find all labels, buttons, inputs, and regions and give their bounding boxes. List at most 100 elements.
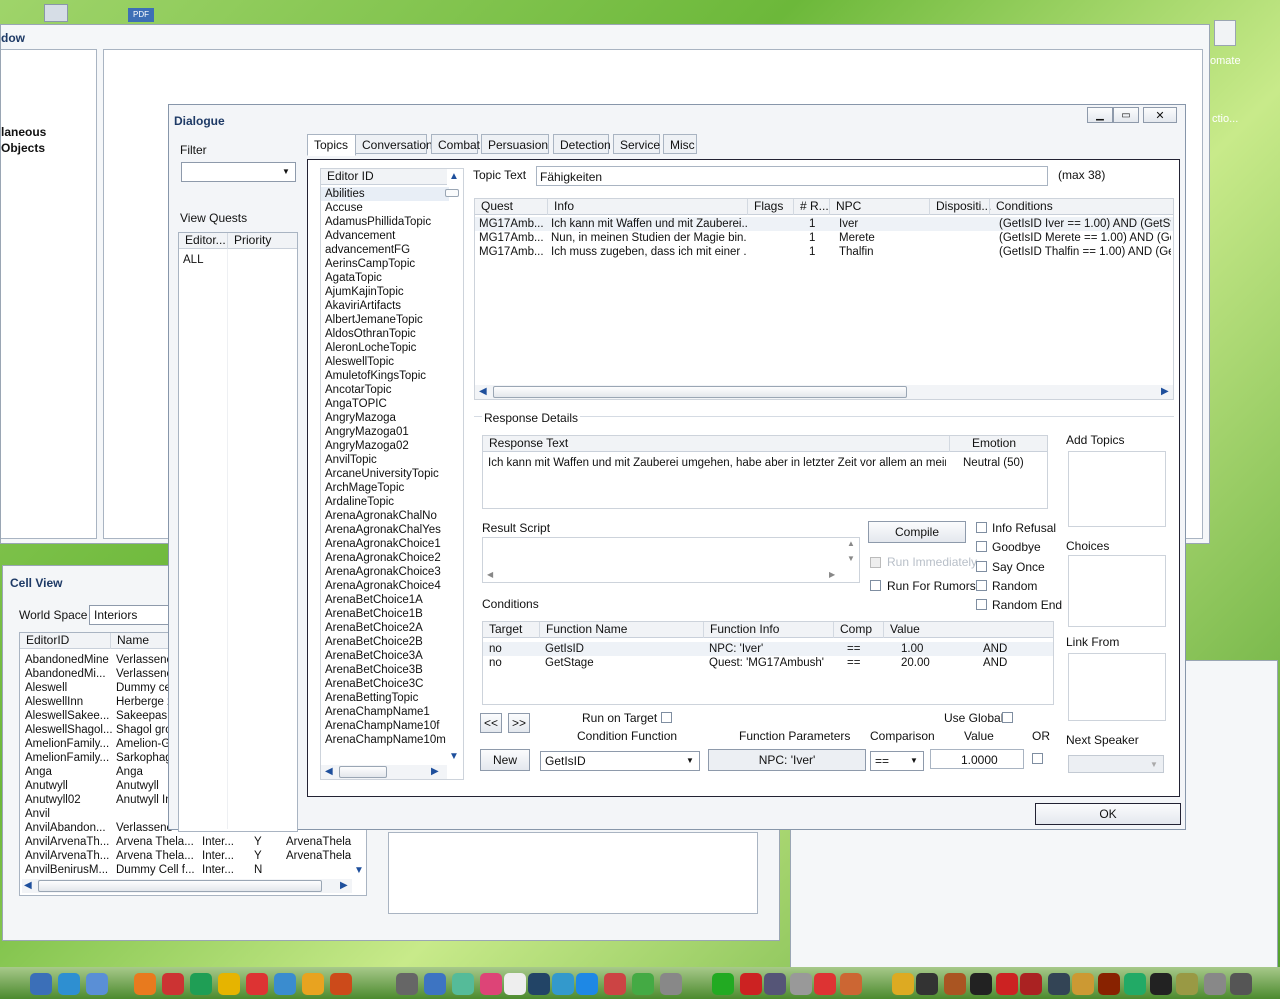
taskbar-app-icon[interactable] xyxy=(1176,973,1198,995)
run-on-target-checkbox[interactable] xyxy=(661,712,672,723)
taskbar-app-icon[interactable] xyxy=(740,973,762,995)
topic-item[interactable]: ArenaBetChoice1B xyxy=(321,607,449,621)
taskbar-app-icon[interactable] xyxy=(246,973,268,995)
taskbar-app-icon[interactable] xyxy=(996,973,1018,995)
taskbar-app-icon[interactable] xyxy=(58,973,80,995)
taskbar-app-icon[interactable] xyxy=(632,973,654,995)
scroll-right-icon[interactable]: ▶ xyxy=(829,570,835,579)
scroll-right-icon[interactable]: ▶ xyxy=(340,880,348,891)
scroll-down-icon[interactable]: ▼ xyxy=(449,751,459,762)
run-for-rumors-checkbox[interactable] xyxy=(870,580,881,591)
topic-item[interactable]: ArenaBettingTopic xyxy=(321,691,449,705)
taskbar-app-icon[interactable] xyxy=(504,973,526,995)
topic-item[interactable]: AngryMazoga xyxy=(321,411,449,425)
taskbar-app-icon[interactable] xyxy=(134,973,156,995)
topic-item[interactable]: ArenaBetChoice3B xyxy=(321,663,449,677)
topic-item[interactable]: AncotarTopic xyxy=(321,383,449,397)
scroll-up-icon[interactable]: ▲ xyxy=(847,539,855,548)
condition-function-select[interactable]: GetIsID ▼ xyxy=(540,751,700,771)
taskbar-app-icon[interactable] xyxy=(970,973,992,995)
topic-item[interactable]: ArenaChampName10m xyxy=(321,733,449,747)
topic-item[interactable]: ArchMageTopic xyxy=(321,481,449,495)
cell-row[interactable]: AnvilArvenaTh... Arvena Thela... Inter... Y… xyxy=(20,849,366,863)
col-header-responses[interactable]: # R... xyxy=(793,199,829,215)
topic-item[interactable]: ArenaAgronakChoice1 xyxy=(321,537,449,551)
topic-item[interactable]: AngaTOPIC xyxy=(321,397,449,411)
next-condition-button[interactable]: >> xyxy=(508,713,530,733)
chevron-down-icon[interactable]: ▼ xyxy=(279,165,293,179)
taskbar-app-icon[interactable] xyxy=(604,973,626,995)
result-script-input[interactable]: ▲ ▼ ◀ ▶ xyxy=(482,537,860,583)
topic-item[interactable]: ArenaAgronakChoice2 xyxy=(321,551,449,565)
comparison-select[interactable]: == ▼ xyxy=(870,751,924,771)
taskbar-app-icon[interactable] xyxy=(218,973,240,995)
tree-item[interactable]: Objects xyxy=(1,141,45,155)
new-condition-button[interactable]: New xyxy=(480,749,530,771)
add-topics-list[interactable] xyxy=(1068,451,1166,527)
topic-item[interactable]: advancementFG xyxy=(321,243,449,257)
col-header-target[interactable]: Target xyxy=(483,622,539,638)
col-header-editor[interactable]: Editor... xyxy=(179,233,227,249)
taskbar-app-icon[interactable] xyxy=(576,973,598,995)
scroll-right-icon[interactable]: ▶ xyxy=(1161,386,1169,397)
tab-conversation[interactable]: Conversation xyxy=(355,134,433,154)
taskbar-app-icon[interactable] xyxy=(190,973,212,995)
scroll-left-icon[interactable]: ◀ xyxy=(479,386,487,397)
next-speaker-select[interactable]: ▼ xyxy=(1068,755,1164,773)
topic-item[interactable]: AleswellTopic xyxy=(321,355,449,369)
choices-list[interactable] xyxy=(1068,555,1166,627)
info-hscroll[interactable]: ◀ ▶ xyxy=(475,385,1173,399)
col-header-editorid[interactable]: EditorID xyxy=(20,633,110,649)
scroll-right-icon[interactable]: ▶ xyxy=(431,766,439,777)
col-header-editor-id[interactable]: Editor ID xyxy=(321,169,447,185)
flag-say-once-checkbox[interactable] xyxy=(976,561,987,572)
info-row[interactable]: MG17Amb... Nun, in meinen Studien der Mag… xyxy=(475,231,1173,245)
prev-condition-button[interactable]: << xyxy=(480,713,502,733)
compile-button[interactable]: Compile xyxy=(868,521,966,543)
info-row[interactable]: MG17Amb... Ich muss zugeben, dass ich mit… xyxy=(475,245,1173,259)
tab-topics[interactable]: Topics xyxy=(307,134,356,156)
taskbar-app-icon[interactable] xyxy=(528,973,550,995)
maximize-button[interactable]: ▭ xyxy=(1113,107,1139,123)
cell-row[interactable]: AnvilArvenaTh... Arvena Thela... Inter... Y… xyxy=(20,835,366,849)
topic-item[interactable]: ArenaChampName10f xyxy=(321,719,449,733)
col-header-info[interactable]: Info xyxy=(547,199,747,215)
topic-item[interactable]: Advancement xyxy=(321,229,449,243)
topic-item[interactable]: ArenaBetChoice3C xyxy=(321,677,449,691)
flag-goodbye-checkbox[interactable] xyxy=(976,541,987,552)
desktop-folder-icon[interactable] xyxy=(1214,20,1236,46)
taskbar-app-icon[interactable] xyxy=(1150,973,1172,995)
flag-random-end-checkbox[interactable] xyxy=(976,599,987,610)
desktop-pdf-icon[interactable]: PDF xyxy=(128,8,154,22)
cell-list-hscroll[interactable]: ◀ ▶ xyxy=(22,879,352,893)
taskbar-app-icon[interactable] xyxy=(764,973,786,995)
flag-info-refusal-checkbox[interactable] xyxy=(976,522,987,533)
value-input[interactable]: 1.0000 xyxy=(930,749,1024,769)
close-button[interactable]: ✕ xyxy=(1143,107,1177,123)
link-from-list[interactable] xyxy=(1068,653,1166,721)
taskbar-app-icon[interactable] xyxy=(790,973,812,995)
topic-item[interactable]: AjumKajinTopic xyxy=(321,285,449,299)
vscroll-thumb[interactable] xyxy=(445,189,459,197)
topic-item[interactable]: ArenaAgronakChalYes xyxy=(321,523,449,537)
condition-row[interactable]: no GetStage Quest: 'MG17Ambush' == 20.00 AND xyxy=(483,656,1053,670)
taskbar-app-icon[interactable] xyxy=(660,973,682,995)
col-header-function-info[interactable]: Function Info xyxy=(703,622,833,638)
taskbar-app-icon[interactable] xyxy=(86,973,108,995)
topic-item[interactable]: AnvilTopic xyxy=(321,453,449,467)
taskbar-app-icon[interactable] xyxy=(274,973,296,995)
topic-text-input[interactable]: Fähigkeiten xyxy=(536,166,1048,186)
topic-item[interactable]: AkaviriArtifacts xyxy=(321,299,449,313)
taskbar-app-icon[interactable] xyxy=(944,973,966,995)
chevron-down-icon[interactable]: ▼ xyxy=(907,754,921,768)
tab-persuasion[interactable]: Persuasion xyxy=(481,134,549,154)
col-header-priority[interactable]: Priority xyxy=(227,233,287,249)
topic-item[interactable]: ArenaBetChoice2B xyxy=(321,635,449,649)
taskbar-app-icon[interactable] xyxy=(330,973,352,995)
taskbar-app-icon[interactable] xyxy=(892,973,914,995)
scroll-down-icon[interactable]: ▼ xyxy=(354,865,364,876)
taskbar-app-icon[interactable] xyxy=(452,973,474,995)
col-header-conditions[interactable]: Conditions xyxy=(989,199,1173,215)
col-header-function-name[interactable]: Function Name xyxy=(539,622,703,638)
topic-item[interactable]: ArenaChampName1 xyxy=(321,705,449,719)
